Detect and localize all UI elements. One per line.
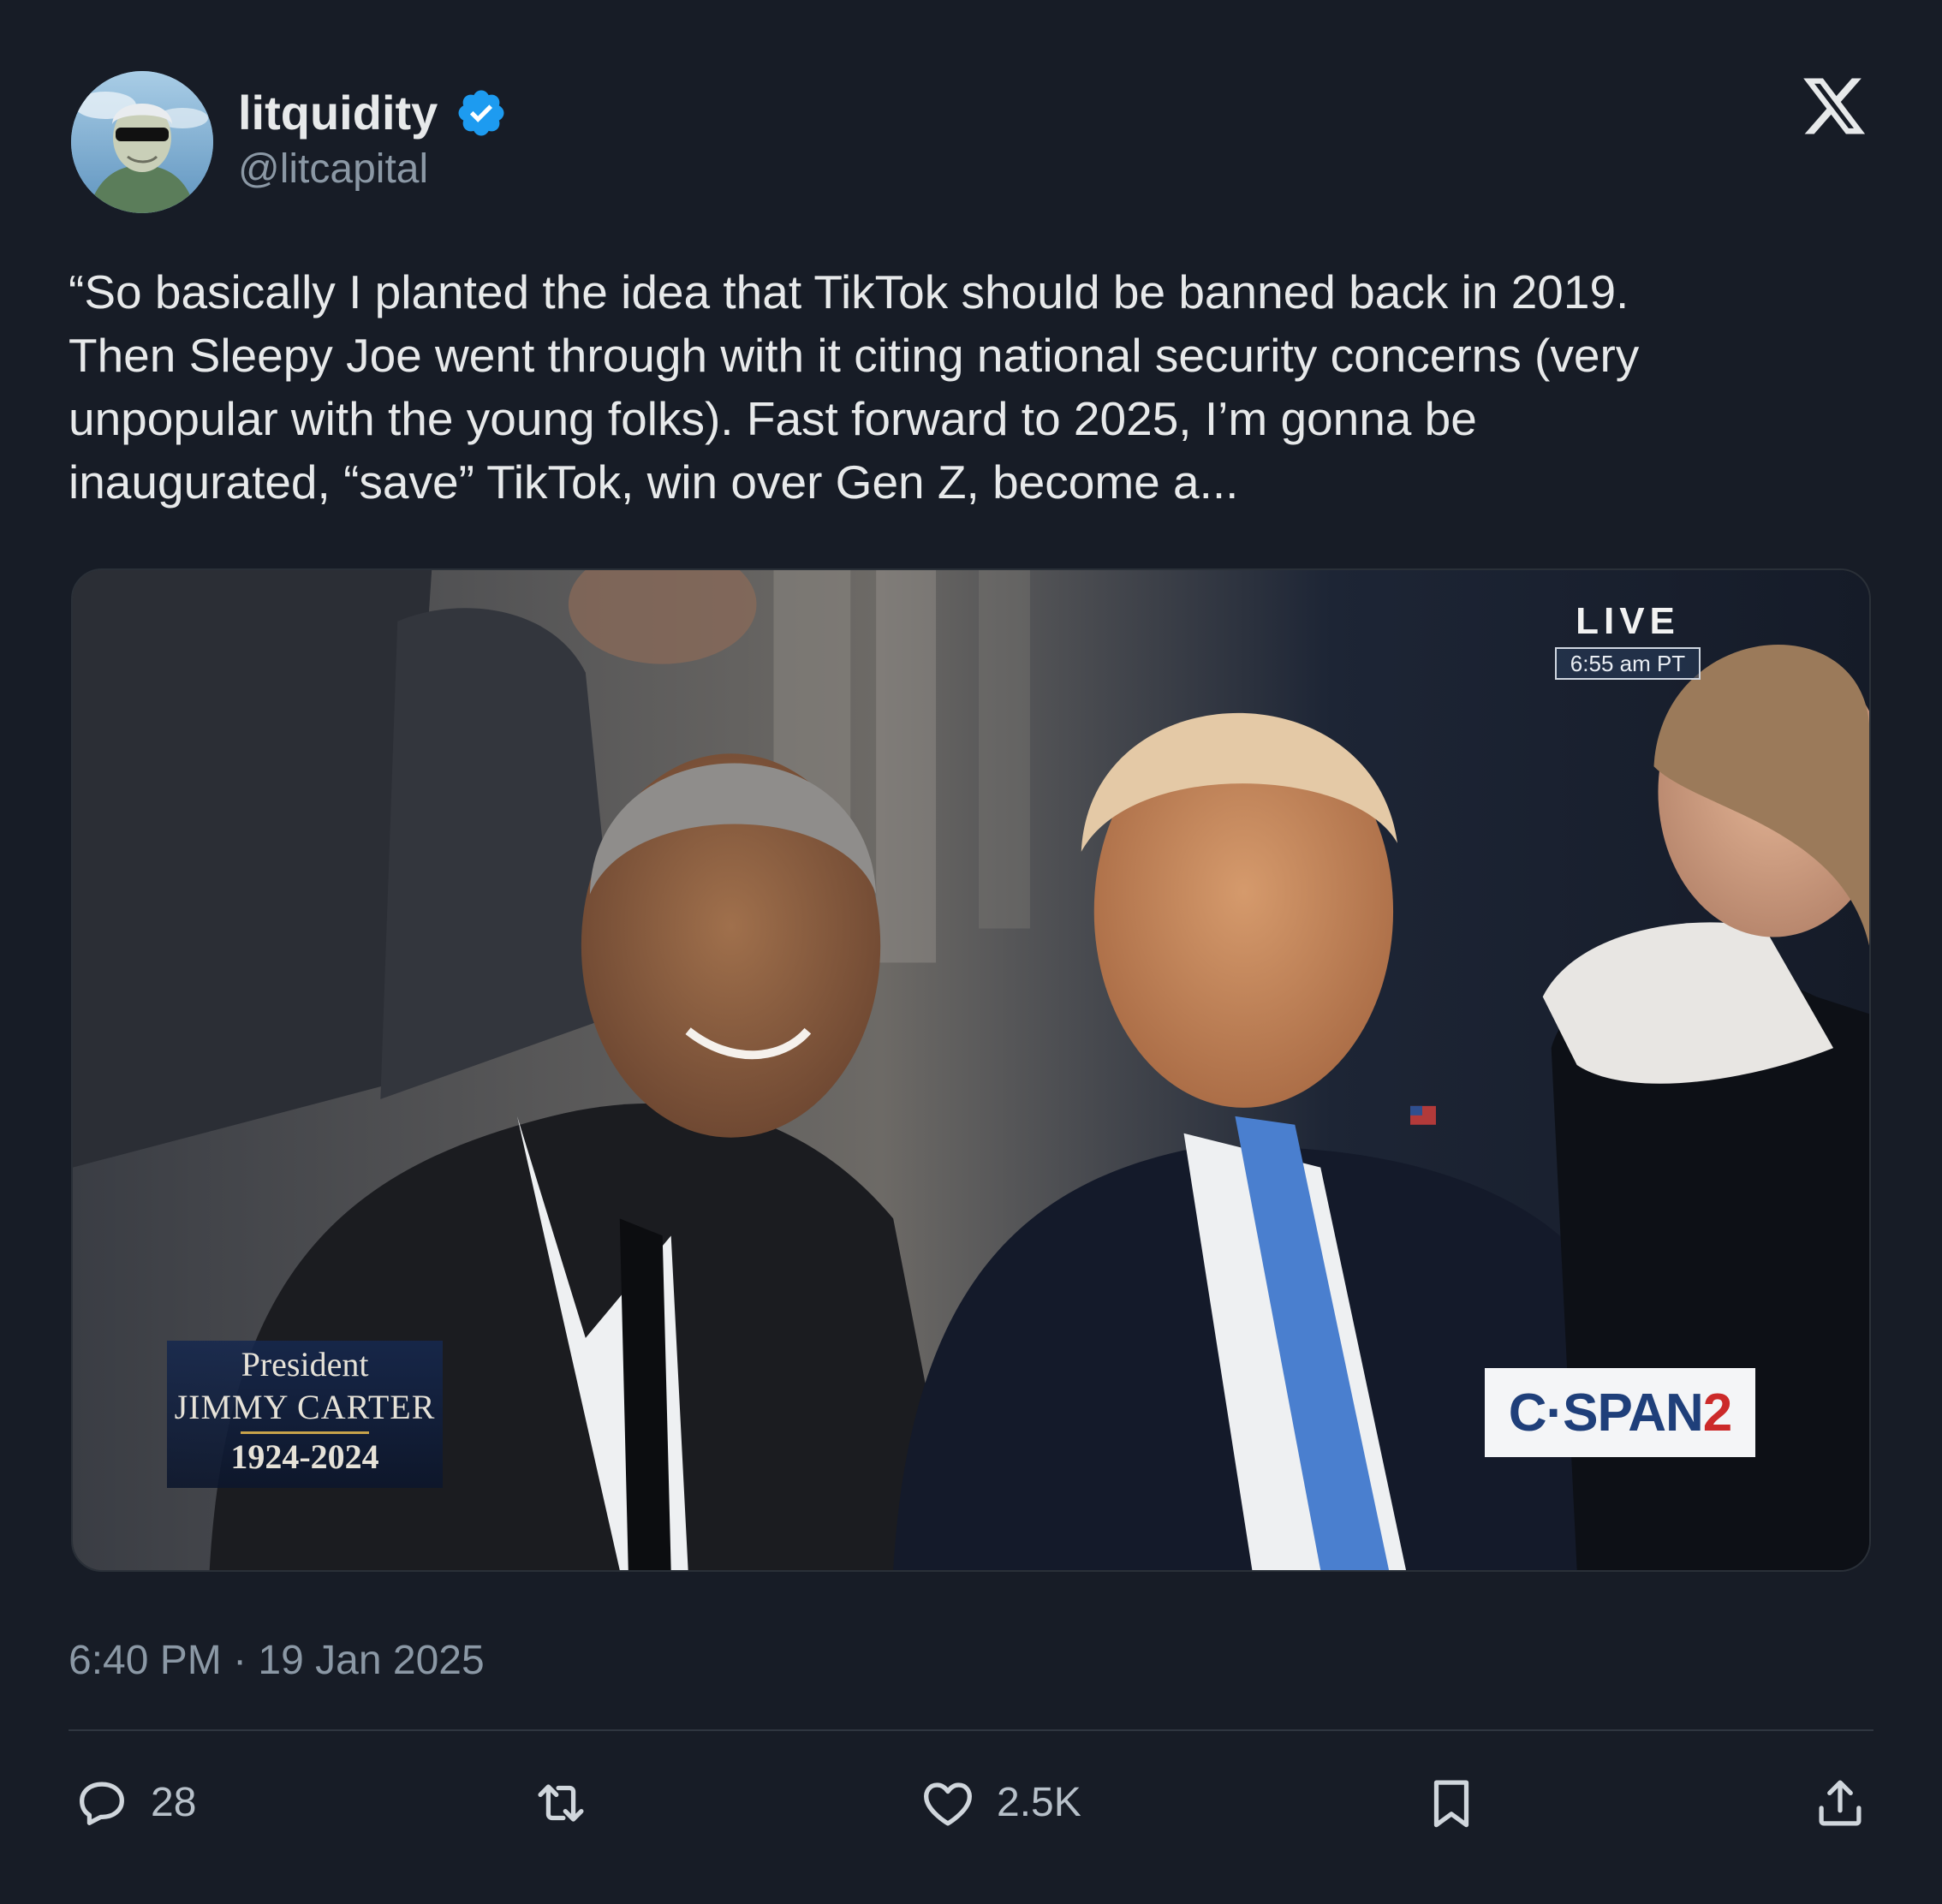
avatar[interactable] <box>71 71 213 213</box>
network-logo-suffix: 2 <box>1702 1383 1732 1443</box>
like-button[interactable]: 2.5K <box>918 1770 1081 1836</box>
avatar-image <box>71 71 213 213</box>
x-logo-icon[interactable] <box>1800 72 1868 140</box>
tweet-media[interactable]: LIVE 6:55 am PT President JIMMY CARTER 1… <box>71 568 1871 1572</box>
like-count: 2.5K <box>997 1780 1081 1825</box>
lower-third-years: 1924-2024 <box>230 1437 379 1476</box>
author-display-name[interactable]: litquidity <box>238 89 438 137</box>
reply-count: 28 <box>151 1780 197 1825</box>
live-time: 6:55 am PT <box>1554 647 1701 680</box>
bookmark-icon <box>1433 1780 1469 1828</box>
live-badge: LIVE 6:55 am PT <box>1546 601 1710 680</box>
reply-button[interactable]: 28 <box>72 1770 196 1836</box>
heart-icon <box>924 1782 972 1826</box>
repost-icon <box>538 1784 584 1822</box>
tweet-card: litquidity @litcapital “So basically I p… <box>0 0 1942 1904</box>
author-handle[interactable]: @litcapital <box>238 146 428 193</box>
tweet-timestamp[interactable]: 6:40 PM · 19 Jan 2025 <box>69 1633 485 1688</box>
lower-third-rule <box>241 1431 369 1434</box>
bookmark-button[interactable] <box>1421 1770 1481 1836</box>
lower-third-title: President <box>241 1345 369 1383</box>
verified-badge-icon <box>458 90 504 136</box>
repost-button[interactable] <box>531 1770 591 1836</box>
divider <box>69 1729 1873 1731</box>
tweet-text: “So basically I planted the idea that Ti… <box>69 265 1640 509</box>
reply-icon <box>80 1782 124 1825</box>
share-button[interactable] <box>1810 1770 1870 1836</box>
lower-third-caption: President JIMMY CARTER 1924-2024 <box>167 1341 443 1488</box>
live-label: LIVE <box>1576 600 1680 642</box>
share-icon <box>1819 1780 1862 1826</box>
network-logo-prefix: C·SPAN <box>1508 1383 1704 1443</box>
network-logo: C·SPAN 2 <box>1485 1368 1755 1457</box>
lower-third-name: JIMMY CARTER <box>174 1388 436 1426</box>
author-name-row: litquidity <box>238 84 508 142</box>
